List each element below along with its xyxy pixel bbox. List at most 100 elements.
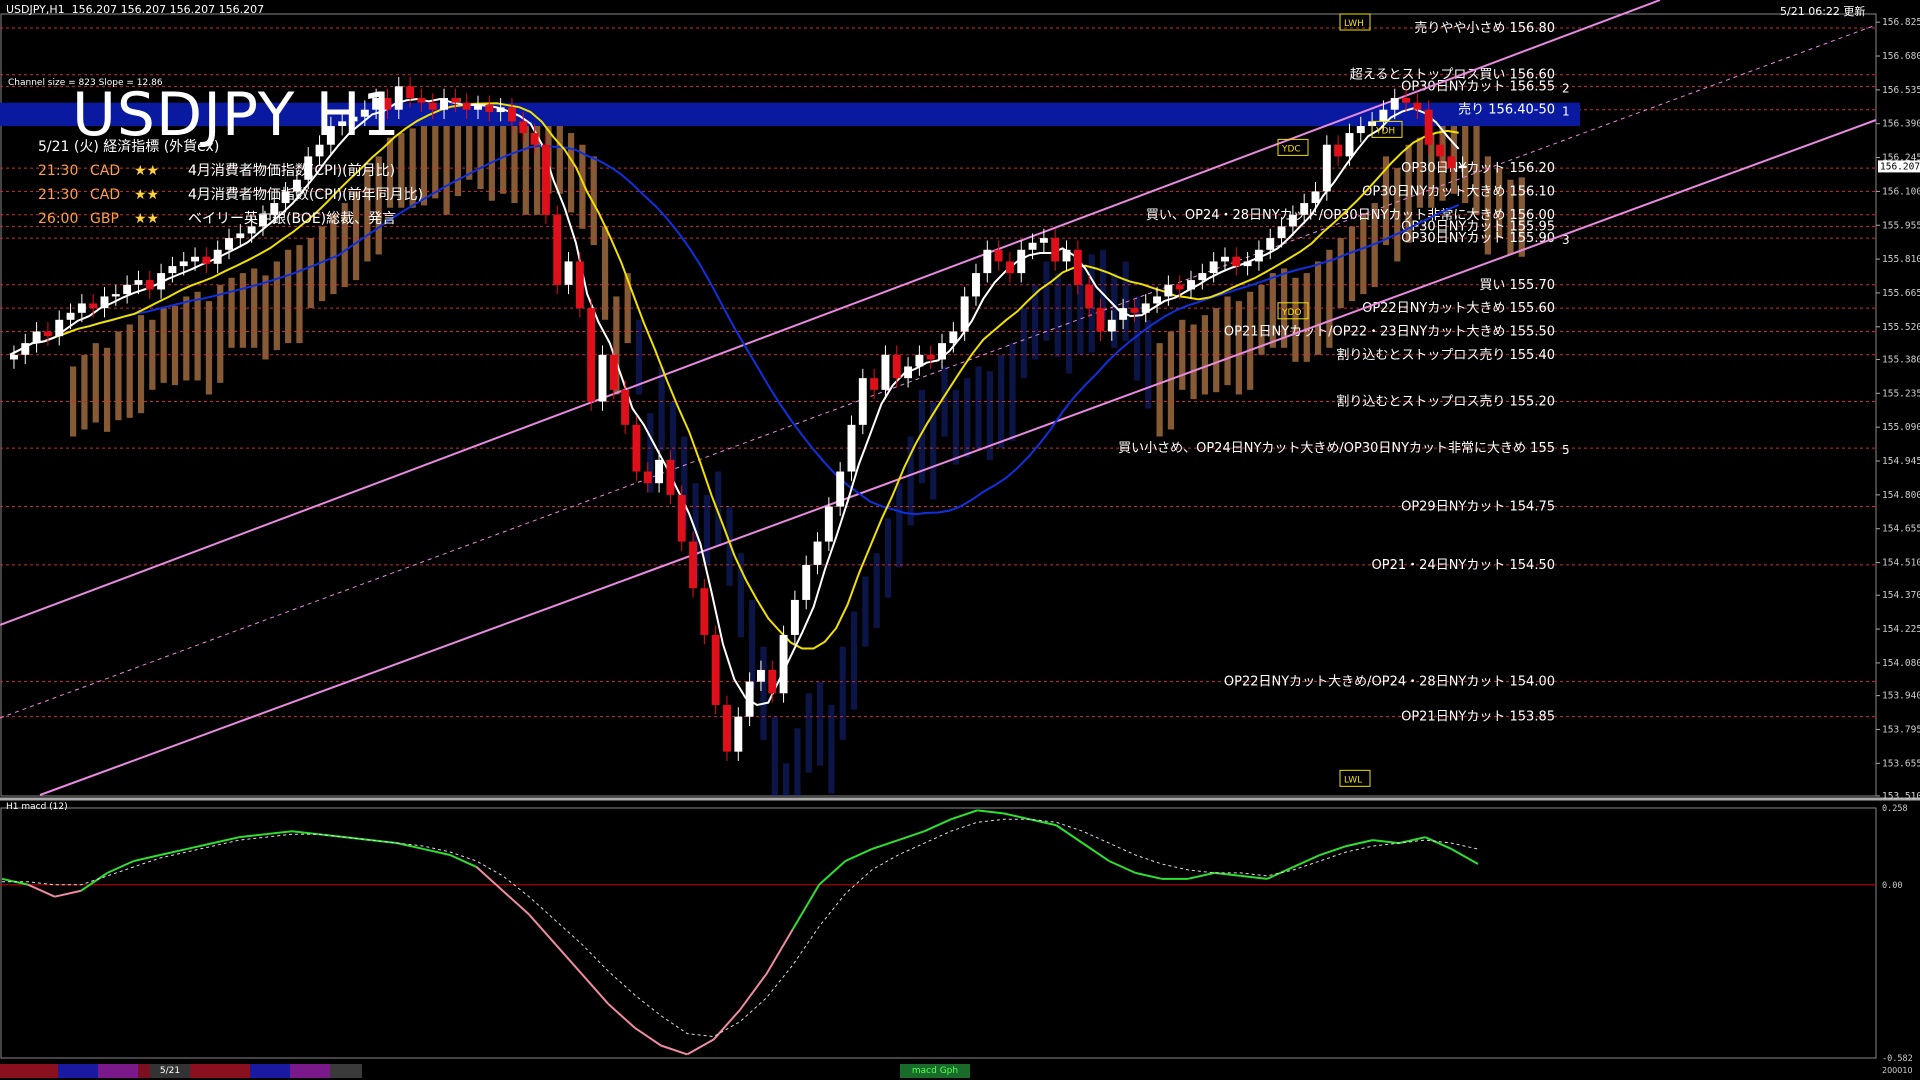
macd-segment	[977, 809, 1004, 815]
cloud-bar	[1337, 238, 1344, 309]
cloud-bar	[783, 763, 790, 796]
macd-segment	[133, 854, 161, 862]
cloud-bar	[556, 119, 563, 194]
candle-body	[179, 261, 188, 267]
candle-body	[1141, 303, 1150, 313]
cloud-bar	[1043, 261, 1050, 341]
level-label: OP30日NYカット 155.90	[1401, 231, 1555, 246]
candle-body	[598, 354, 607, 402]
macd-tick-label: 0.00	[1882, 881, 1902, 891]
macd-segment	[712, 1009, 741, 1041]
level-label: OP22日NYカット大きめ 155.60	[1362, 301, 1555, 316]
level-label: 売りやや小さめ 156.80	[1414, 20, 1555, 36]
cloud-bar	[1156, 343, 1163, 437]
macd-segment	[186, 842, 214, 851]
cloud-bar	[183, 296, 190, 381]
y-tick-label: 153.940	[1882, 691, 1920, 702]
marker-label: YDC	[1281, 144, 1301, 154]
period-tab[interactable]	[330, 1064, 362, 1078]
candle-body	[553, 214, 562, 285]
candle-body	[779, 634, 788, 694]
cloud-bar	[273, 261, 280, 351]
macd-segment	[80, 872, 108, 892]
macd-segment	[818, 860, 847, 886]
level-label: OP30日NYカット 156.55	[1401, 79, 1555, 94]
candle-body	[1198, 273, 1207, 281]
period-tab[interactable]	[0, 1064, 58, 1078]
candle-body	[1153, 296, 1162, 304]
candle-body	[417, 98, 426, 103]
macd-segment	[1135, 871, 1162, 880]
macd-segment	[1345, 839, 1373, 848]
cloud-bar	[81, 354, 88, 430]
candle-body	[1311, 191, 1320, 204]
candle-body	[43, 331, 52, 337]
candle-body	[462, 102, 471, 110]
candle-body	[236, 233, 245, 239]
cloud-bar	[1292, 277, 1299, 362]
y-tick-label: 156.100	[1882, 186, 1920, 197]
candle-body	[677, 494, 686, 542]
level-label: OP22日NYカット大きめ/OP24・28日NYカット 154.00	[1224, 675, 1555, 690]
updated-time: 5/21 06:22 更新	[1780, 5, 1866, 18]
macd-segment	[1451, 848, 1479, 865]
candle-body	[191, 256, 200, 262]
candle-body	[202, 256, 211, 264]
cloud-bar	[896, 483, 903, 568]
candle-body	[123, 284, 132, 295]
cloud-bar	[205, 301, 213, 395]
candle-body	[564, 261, 573, 285]
level-label: OP21日NYカット 153.85	[1401, 710, 1555, 725]
candle-body	[824, 506, 833, 542]
candle-body	[847, 424, 856, 472]
macd-segment	[634, 1026, 662, 1047]
macd-segment	[1082, 842, 1110, 862]
macd-segment	[845, 848, 873, 862]
period-tab[interactable]	[98, 1064, 138, 1078]
candle-body	[813, 541, 822, 565]
period-tab[interactable]	[58, 1064, 98, 1078]
macd-tab[interactable]: macd Gph	[900, 1064, 970, 1078]
macd-segment	[1240, 874, 1268, 880]
macd-segment	[528, 913, 557, 945]
candle-body	[926, 354, 935, 360]
candle-body	[734, 716, 743, 752]
candle-body	[1017, 249, 1026, 274]
candle-body	[507, 107, 516, 122]
macd-segment	[897, 830, 925, 842]
candle-body	[1062, 249, 1071, 262]
level-label: 買い 155.70	[1479, 278, 1555, 293]
candle-body	[575, 261, 584, 309]
candle-body	[1107, 319, 1116, 332]
macd-segment	[1187, 871, 1215, 880]
candle-body	[632, 424, 641, 472]
candle-body	[700, 588, 709, 635]
candle-body	[858, 378, 867, 425]
period-tab[interactable]	[250, 1064, 290, 1078]
candle-body	[225, 238, 233, 250]
candle-body	[1119, 308, 1128, 320]
macd-segment	[502, 889, 530, 916]
candle-body	[428, 102, 437, 110]
macd-segment	[1055, 824, 1084, 844]
y-tick-label: 154.945	[1882, 456, 1920, 467]
y-tick-label: 156.390	[1882, 119, 1920, 130]
bottom-right-value: 200010	[1882, 1066, 1913, 1075]
period-tab[interactable]	[190, 1064, 250, 1078]
marker-label: YDO	[1281, 308, 1302, 318]
cloud-bar	[1190, 324, 1197, 400]
candle-body	[1051, 238, 1060, 262]
macd-segment	[1372, 839, 1400, 845]
candle-body	[1356, 126, 1365, 134]
marker-label: LWL	[1344, 775, 1362, 785]
candle-body	[960, 296, 969, 332]
candle-body	[145, 280, 154, 290]
candle-body	[1164, 284, 1173, 297]
y-tick-label: 154.370	[1882, 590, 1920, 601]
level-tag: 5	[1562, 443, 1570, 457]
macd-segment	[1319, 845, 1347, 856]
period-tab[interactable]	[290, 1064, 330, 1078]
date-tab[interactable]: 5/21	[150, 1064, 190, 1078]
cloud-bar	[285, 249, 292, 344]
cloud-bar	[352, 191, 360, 281]
